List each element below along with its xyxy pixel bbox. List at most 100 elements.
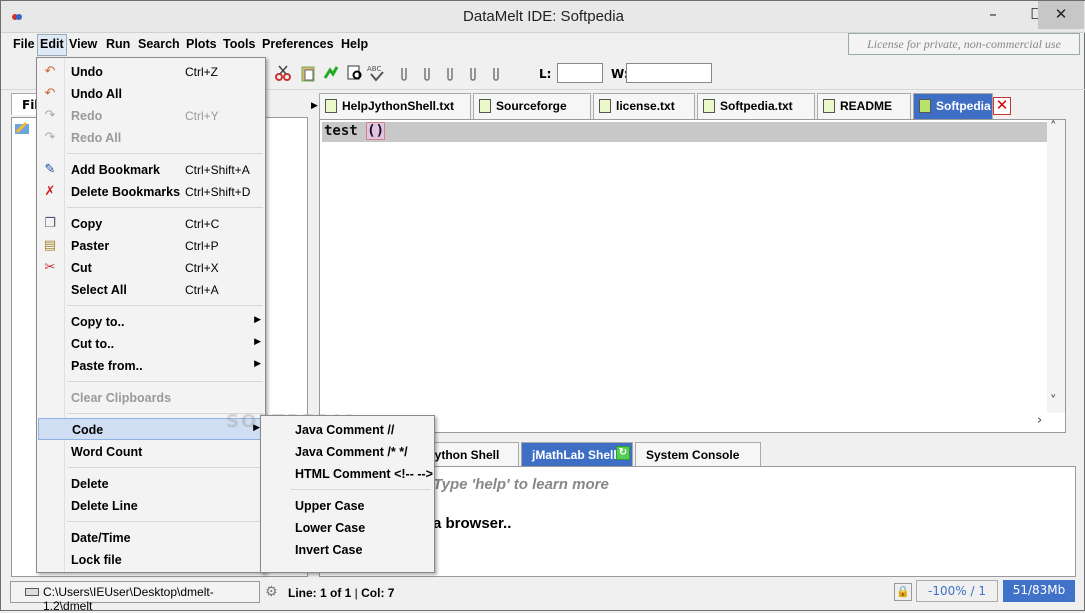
scroll-right-icon[interactable]: › (1037, 413, 1042, 428)
menu-item-word-count[interactable]: Word Count (38, 441, 265, 463)
tab-softpedia[interactable]: Softpedia (913, 93, 993, 119)
menu-plots[interactable]: Plots (186, 37, 217, 51)
menu-tools[interactable]: Tools (223, 37, 255, 51)
menu-view[interactable]: View (69, 37, 97, 51)
attach-icon-1[interactable] (395, 64, 413, 82)
lock-icon[interactable]: 🔒 (894, 583, 912, 601)
tab-sourceforge[interactable]: Sourceforge (473, 93, 591, 119)
item-label: Paste from.. (71, 359, 143, 373)
menu-item-undo-all[interactable]: ↶ Undo All (38, 83, 265, 105)
code-submenu: Java Comment // Java Comment /* */ HTML … (260, 415, 435, 573)
edit-menu: ↶ Undo Ctrl+Z ↶ Undo All ↷ Redo Ctrl+Y ↷ Redo … (36, 57, 266, 573)
editor-vertical-scrollbar[interactable]: ˄ ˅ (1047, 120, 1065, 413)
tab-label: license.txt (616, 99, 675, 113)
tab-helpjythonshell[interactable]: HelpJythonShell.txt (319, 93, 471, 119)
menu-item-date-time[interactable]: Date/Time (38, 527, 265, 549)
menu-run[interactable]: Run (106, 37, 130, 51)
zoom-indicator[interactable]: -100% / 1 (916, 580, 998, 602)
cut-icon[interactable] (274, 64, 292, 82)
menu-item-copy-to[interactable]: Copy to.. ▶ (38, 311, 265, 333)
code-editor[interactable]: test () (319, 119, 1066, 433)
tab-label: System Console (646, 448, 740, 462)
menu-item-paste-from[interactable]: Paste from.. ▶ (38, 355, 265, 377)
license-field: License for private, non-commercial use (848, 33, 1080, 55)
run-icon[interactable] (322, 64, 340, 82)
document-icon (919, 99, 931, 113)
paren-close: ) (375, 123, 385, 139)
submenu-html-comment[interactable]: HTML Comment <!-- --> (262, 463, 434, 485)
attach-icon-4[interactable] (464, 64, 482, 82)
menu-item-undo[interactable]: ↶ Undo Ctrl+Z (38, 61, 265, 83)
item-label: Undo All (71, 87, 122, 101)
tab-jython-shell[interactable]: Jython Shell (421, 442, 519, 466)
tab-readme[interactable]: README (817, 93, 911, 119)
item-label: Lower Case (295, 521, 366, 535)
close-tab-icon[interactable]: ✕ (993, 97, 1011, 115)
app-window: DataMelt IDE: Softpedia – ☐ ✕ File Edit … (0, 0, 1085, 613)
tab-file-browser[interactable]: File (11, 93, 47, 115)
w-input[interactable] (626, 63, 712, 83)
cut-icon: ✂ (44, 260, 56, 275)
menu-item-paster[interactable]: ▤ Paster Ctrl+P (38, 235, 265, 257)
title-bar: DataMelt IDE: Softpedia – ☐ ✕ (1, 1, 1085, 33)
menu-item-delete-line[interactable]: Delete Line (38, 495, 265, 517)
tab-label: Jython Shell (428, 448, 500, 462)
submenu-java-block-comment[interactable]: Java Comment /* */ (262, 441, 434, 463)
find-icon[interactable] (346, 64, 364, 82)
current-line-highlight (322, 122, 1049, 142)
submenu-java-line-comment[interactable]: Java Comment // (262, 419, 434, 441)
tab-softpedia-txt[interactable]: Softpedia.txt (697, 93, 815, 119)
menu-help[interactable]: Help (341, 37, 368, 51)
bookmark-add-icon: ✎ (44, 162, 56, 177)
l-input[interactable] (557, 63, 603, 83)
attach-icon-3[interactable] (441, 64, 459, 82)
menu-item-lock-file[interactable]: Lock file (38, 549, 265, 571)
collapse-arrow-icon[interactable]: ▶ (311, 101, 319, 111)
item-label: Clear Clipboards (71, 391, 172, 405)
menu-file[interactable]: File (13, 37, 35, 51)
item-label: Code (72, 423, 104, 437)
menu-separator (67, 381, 263, 382)
close-button[interactable]: ✕ (1038, 1, 1084, 29)
submenu-invert-case[interactable]: Invert Case (262, 539, 434, 561)
cursor-position: Line: 1 of 1 | Col: 7 (288, 586, 394, 600)
tab-license[interactable]: license.txt (593, 93, 695, 119)
menu-item-clear-clipboards[interactable]: Clear Clipboards (38, 387, 265, 409)
item-label: Upper Case (295, 499, 365, 513)
code-text: test (324, 123, 367, 139)
item-label: Select All (71, 283, 127, 297)
scroll-down-icon[interactable]: ˅ (1050, 394, 1057, 409)
memory-indicator[interactable]: 51/83Mb (1003, 580, 1075, 602)
paren-match: () (366, 122, 386, 140)
spellcheck-icon[interactable]: ABC (367, 64, 385, 82)
menu-search[interactable]: Search (138, 37, 180, 51)
redo-all-icon: ↷ (44, 130, 56, 145)
menu-separator (67, 467, 263, 468)
menu-item-delete[interactable]: Delete (38, 473, 265, 495)
gear-icon[interactable]: ⚙ (265, 584, 278, 600)
item-shortcut: Ctrl+Z (185, 65, 218, 79)
menu-item-copy[interactable]: ❐ Copy Ctrl+C (38, 213, 265, 235)
menu-item-select-all[interactable]: Select All Ctrl+A (38, 279, 265, 301)
menu-preferences[interactable]: Preferences (262, 37, 334, 51)
paste-icon[interactable] (299, 64, 317, 82)
menu-item-cut-to[interactable]: Cut to.. ▶ (38, 333, 265, 355)
console-help-text: Type 'help' to learn more (433, 476, 609, 493)
attach-icon-2[interactable] (418, 64, 436, 82)
scroll-up-icon[interactable]: ˄ (1050, 120, 1057, 135)
tab-system-console[interactable]: System Console (635, 442, 761, 466)
menu-separator (67, 305, 263, 306)
menu-item-add-bookmark[interactable]: ✎ Add Bookmark Ctrl+Shift+A (38, 159, 265, 181)
menu-item-cut[interactable]: ✂ Cut Ctrl+X (38, 257, 265, 279)
tab-jmathlab-shell[interactable]: jMathLab Shell ↻ (521, 442, 633, 466)
attach-icon-5[interactable] (487, 64, 505, 82)
menu-item-redo[interactable]: ↷ Redo Ctrl+Y (38, 105, 265, 127)
menu-item-redo-all[interactable]: ↷ Redo All (38, 127, 265, 149)
refresh-icon[interactable]: ↻ (616, 446, 630, 460)
menu-item-delete-bookmarks[interactable]: ✗ Delete Bookmarks Ctrl+Shift+D (38, 181, 265, 203)
menu-edit[interactable]: Edit (37, 34, 67, 56)
item-label: Copy (71, 217, 103, 231)
minimize-button[interactable]: – (971, 1, 1015, 29)
submenu-upper-case[interactable]: Upper Case (262, 495, 434, 517)
submenu-lower-case[interactable]: Lower Case (262, 517, 434, 539)
